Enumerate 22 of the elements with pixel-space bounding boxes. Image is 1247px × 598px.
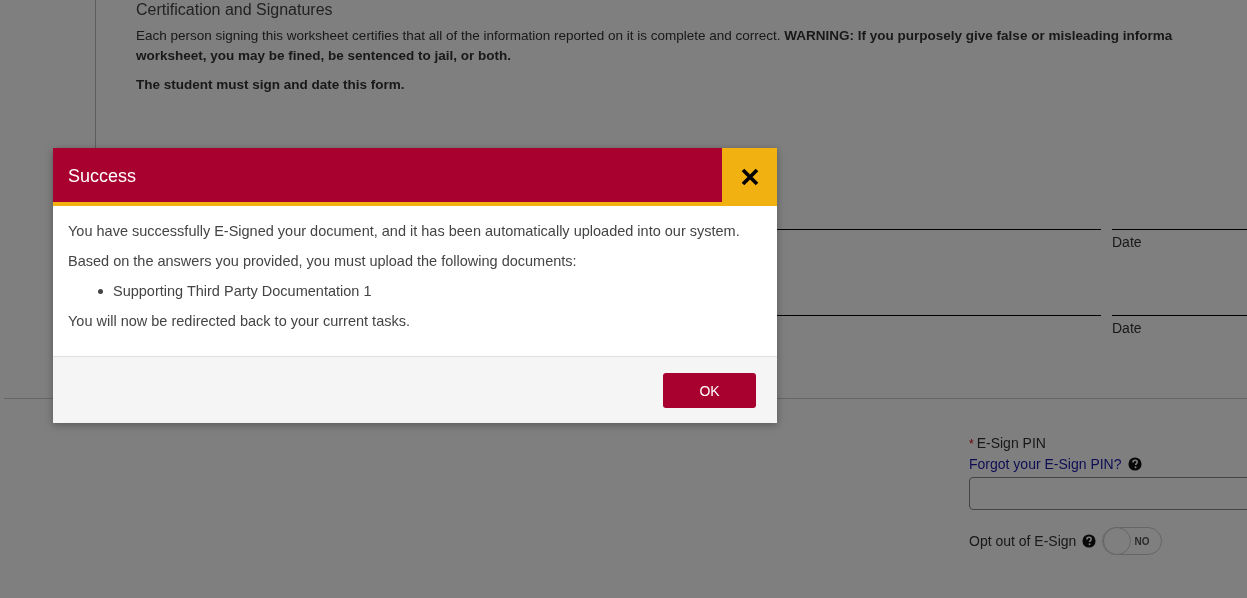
help-icon[interactable] [1082,534,1097,548]
forgot-pin-link[interactable]: Forgot your E-Sign PIN? [969,456,1122,472]
pin-input-field[interactable] [969,477,1247,510]
certification-text: Each person signing this worksheet certifies that all of the information reported on it is complete and correct. WARNING: If you purposely give false or misleading informa [136,27,1174,45]
dialog-message: You have successfully E-Signed your document, and it has been automatically uploaded into our system. [68,222,741,241]
opt-out-label: Opt out of E-Sign [969,533,1077,549]
certification-text: worksheet, you may be fined, be sentenced to jail, or both. [136,47,513,65]
help-icon[interactable] [1127,457,1142,471]
section-title: Certification and Signatures [136,0,334,20]
document-item: Supporting Third Party Documentation 1 [113,282,372,301]
dialog-message: Based on the answers you provided, you must upload the following documents: [68,252,578,271]
pin-label: E-Sign PIN [976,435,1046,451]
close-icon [739,167,760,187]
dialog-message: You will now be redirected back to your current tasks. [68,312,411,331]
opt-out-toggle[interactable]: NO [1102,527,1163,555]
date-label: Date [1112,320,1142,336]
dialog-title: Success [67,165,138,188]
bullet-icon [98,289,103,294]
student-note: The student must sign and date this form. [136,77,406,92]
required-mark: * [969,437,974,451]
ok-button[interactable]: OK [663,373,756,408]
date-label: Date [1112,234,1142,250]
